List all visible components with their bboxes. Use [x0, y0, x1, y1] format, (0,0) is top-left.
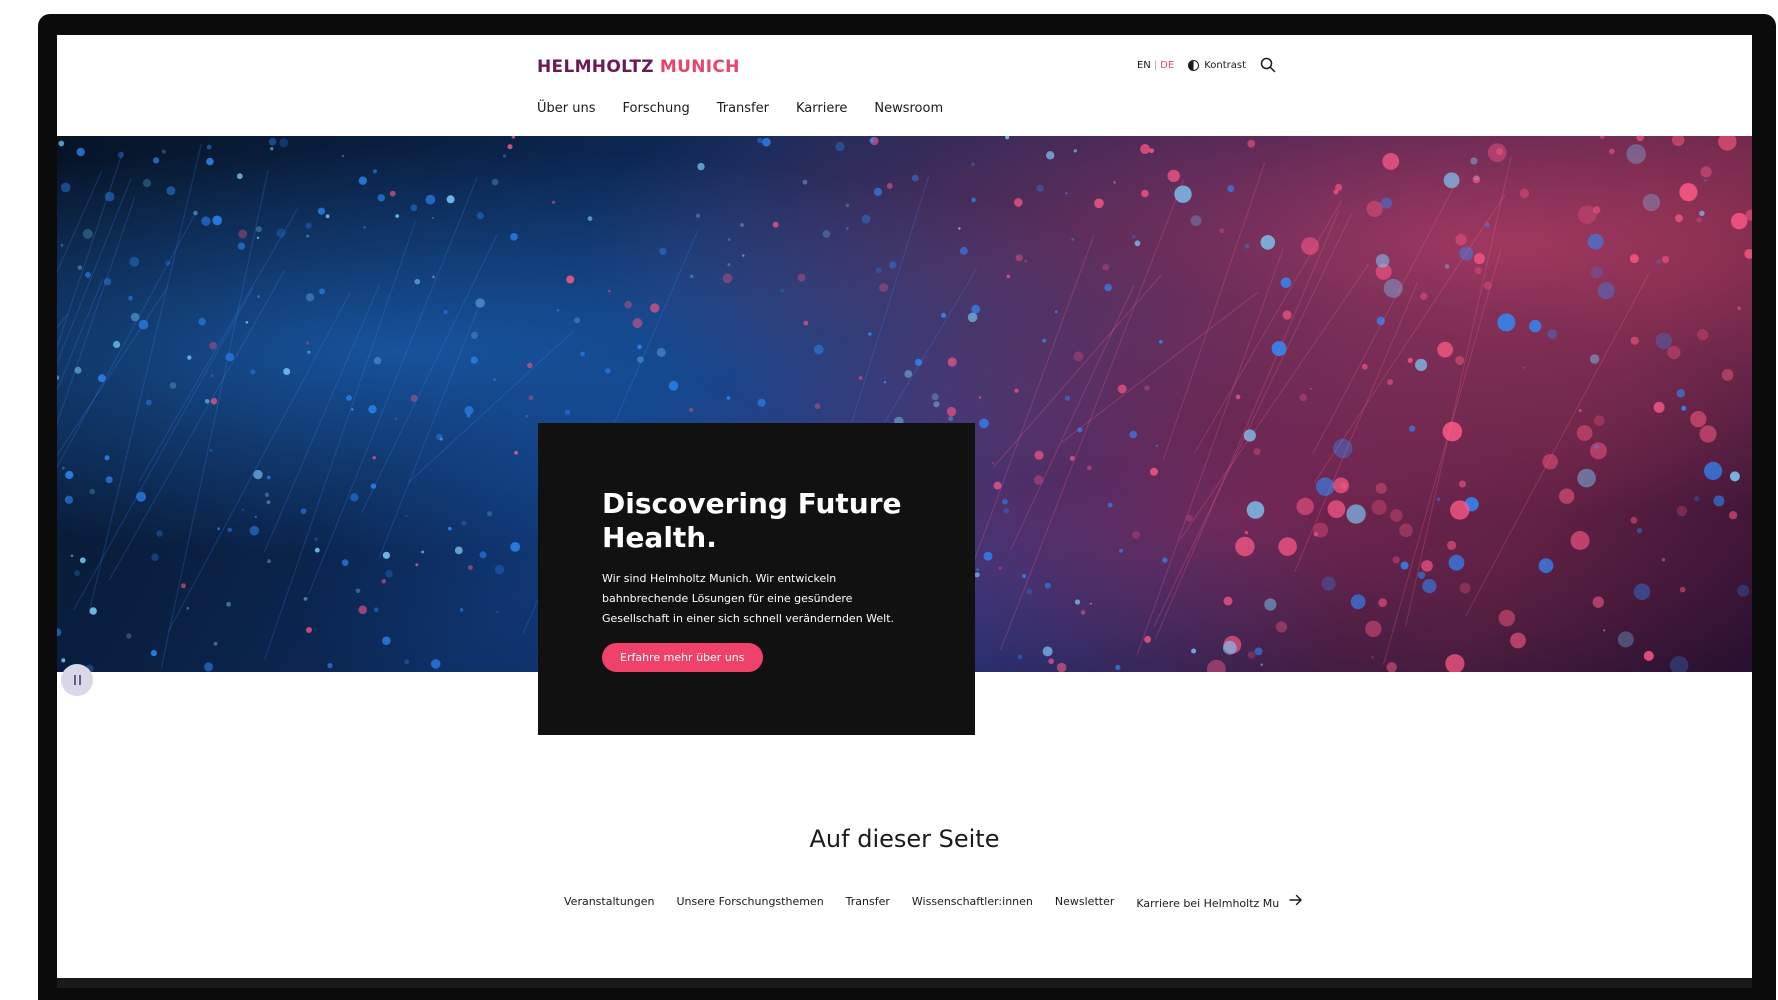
nav-item-transfer[interactable]: Transfer [717, 101, 769, 116]
search-icon[interactable] [1260, 57, 1276, 73]
arrow-right-icon[interactable] [1289, 893, 1303, 907]
language-switcher: EN | DE [1137, 60, 1174, 71]
logo-word-helmholtz: HELMHOLTZ [537, 57, 654, 77]
contrast-label: Kontrast [1204, 59, 1246, 71]
hero-title: Discovering Future Health. [602, 487, 902, 554]
lang-separator: | [1153, 59, 1158, 71]
lang-en-link[interactable]: EN [1137, 60, 1151, 71]
on-this-page-anchor-nav: Veranstaltungen Unsere Forschungsthemen … [564, 893, 1303, 910]
anchor-newsletter[interactable]: Newsletter [1055, 895, 1114, 908]
pause-icon [73, 675, 76, 685]
utility-bar: EN | DE Kontrast [1137, 57, 1276, 73]
on-this-page-heading: Auf dieser Seite [809, 825, 1000, 853]
nav-item-newsroom[interactable]: Newsroom [874, 101, 943, 116]
contrast-toggle[interactable]: Kontrast [1188, 59, 1246, 71]
anchor-wissenschaftler[interactable]: Wissenschaftler:innen [912, 895, 1033, 908]
anchor-karriere[interactable]: Karriere bei Helmholtz Mu [1136, 893, 1302, 910]
nav-item-ueber-uns[interactable]: Über uns [537, 101, 596, 116]
helmholtz-munich-logo[interactable]: HELMHOLTZ MUNICH [537, 55, 740, 79]
learn-more-button[interactable]: Erfahre mehr über uns [602, 643, 763, 672]
hero-description: Wir sind Helmholtz Munich. Wir entwickel… [602, 572, 895, 625]
screen-bottom-edge [57, 978, 1752, 988]
browser-viewport: HELMHOLTZ MUNICH EN | DE Kontrast Über u… [57, 35, 1752, 988]
anchor-forschungsthemen[interactable]: Unsere Forschungsthemen [677, 895, 824, 908]
main-navigation: Über uns Forschung Transfer Karriere New… [537, 101, 943, 116]
slideshow-pause-button[interactable] [61, 664, 93, 696]
contrast-icon [1188, 59, 1200, 71]
logo-word-munich: MUNICH [659, 57, 740, 77]
nav-item-forschung[interactable]: Forschung [623, 101, 690, 116]
anchor-transfer[interactable]: Transfer [846, 895, 890, 908]
lang-de-link[interactable]: DE [1160, 60, 1174, 71]
anchor-veranstaltungen[interactable]: Veranstaltungen [564, 895, 655, 908]
hero-card: Discovering Future Health. Wir sind Helm… [538, 423, 975, 735]
anchor-karriere-label: Karriere bei Helmholtz Mu [1136, 897, 1280, 910]
nav-item-karriere[interactable]: Karriere [796, 101, 847, 116]
site-header: HELMHOLTZ MUNICH EN | DE Kontrast Über u… [57, 35, 1752, 136]
